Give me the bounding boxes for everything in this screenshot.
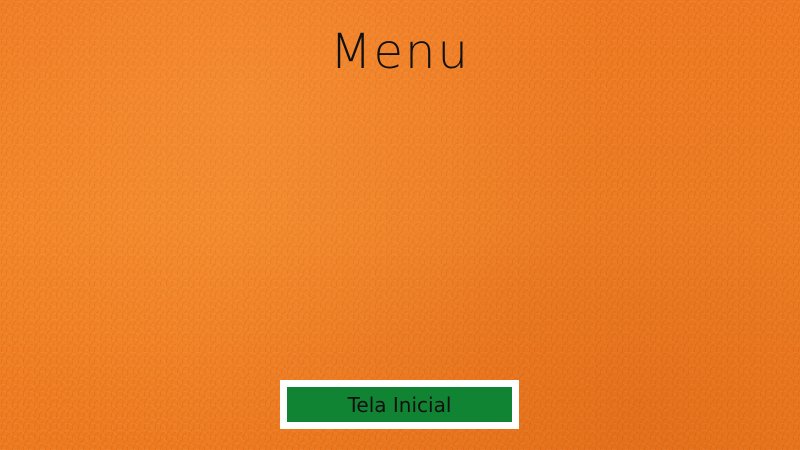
menu-screen: Menu Tela Inicial [0,0,800,450]
menu-title: Menu [330,24,470,80]
home-button[interactable]: Tela Inicial [287,387,512,422]
home-button-frame: Tela Inicial [280,380,519,429]
